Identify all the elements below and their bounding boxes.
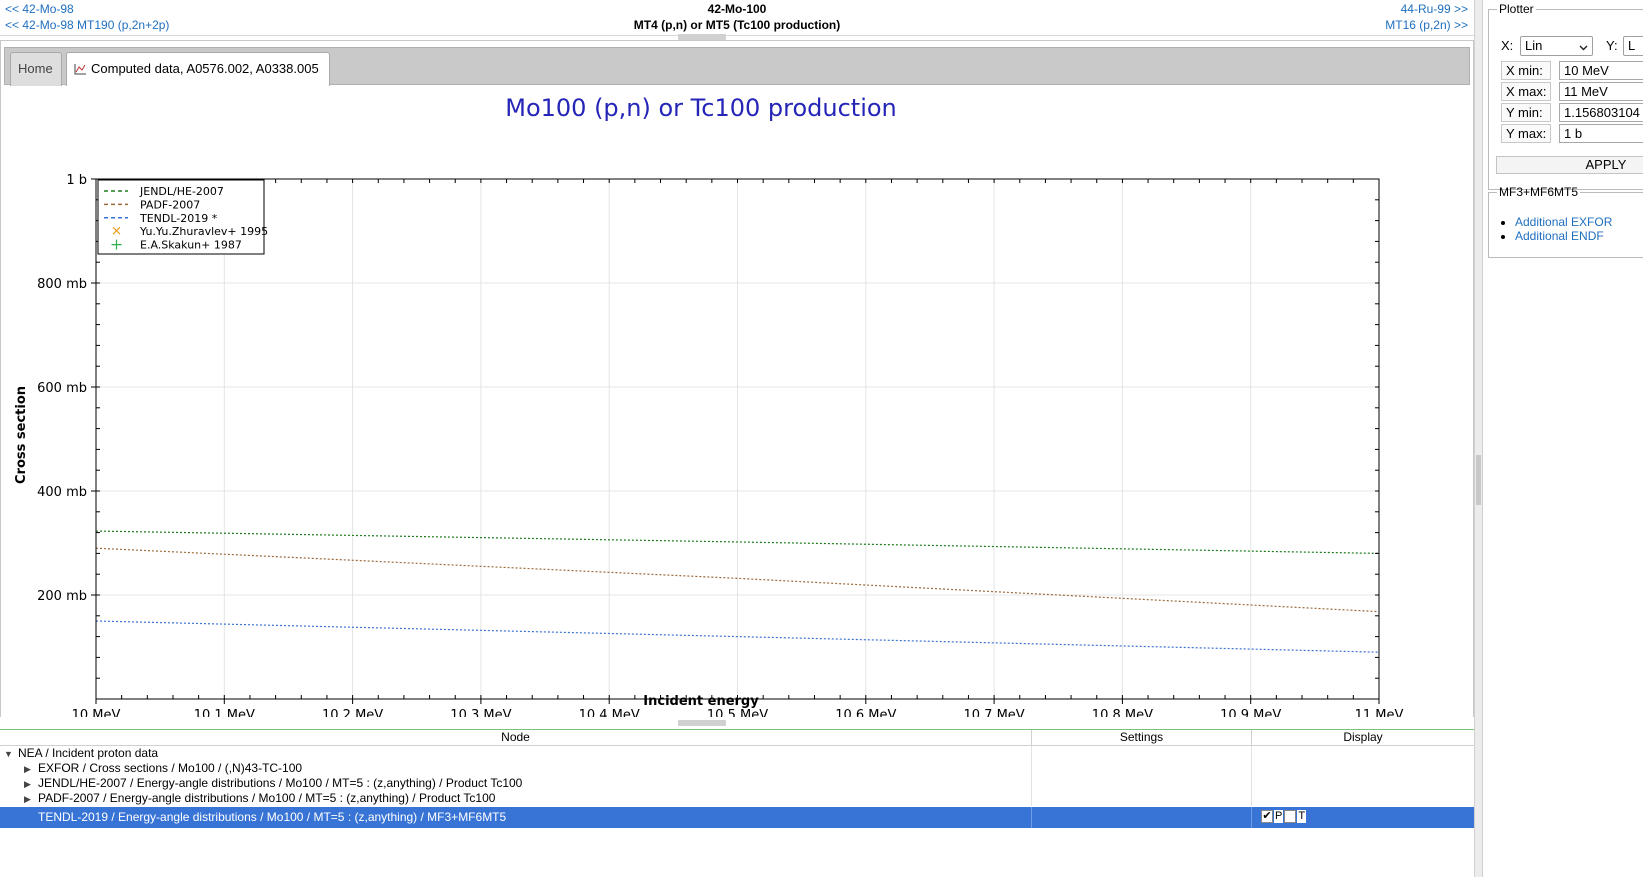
next-reaction-link[interactable]: MT16 (p,2n) >> [1385, 18, 1468, 33]
collapse-icon[interactable]: ▼ [4, 747, 14, 762]
tree-row-nea[interactable]: ▼ NEA / Incident proton data [0, 746, 1474, 761]
plotter-sidebar: Plotter X: Lin Y: L X min: 10 MeV X max:… [1483, 0, 1643, 877]
x-min-input[interactable]: 10 MeV [1559, 61, 1643, 80]
sidebar-divider[interactable] [1474, 0, 1483, 877]
expand-icon[interactable]: ▶ [24, 777, 34, 792]
next-element-link[interactable]: 44-Ru-99 >> [1401, 2, 1468, 17]
display-points-toggle[interactable]: P [1274, 810, 1284, 823]
plot-area: 10 MeV 10.1 MeV 10.2 MeV 10.3 MeV 10.4 MeV 10… [4, 87, 1470, 749]
y-tick-label: 200 mb [37, 589, 87, 604]
tab-home[interactable]: Home [10, 52, 62, 86]
x-scale-select[interactable]: Lin [1520, 36, 1593, 56]
tab-bar: Home Computed data, A0576.002, A0338.005 [4, 47, 1470, 86]
legend-entry-label: Yu.Yu.Zhuravlev+ 1995 [139, 225, 268, 238]
column-header-display[interactable]: Display [1252, 730, 1474, 746]
y-scale-select[interactable]: L [1623, 36, 1643, 56]
display-toggles: ✔ P T [1261, 810, 1307, 831]
x-scale-label: X: [1501, 38, 1514, 53]
tree-row-label: NEA / Incident proton data [18, 746, 159, 760]
y-max-label: Y max: [1501, 124, 1551, 143]
tab-computed-label: Computed data, A0576.002, A0338.005 [91, 61, 319, 76]
y-tick-label: 600 mb [37, 381, 87, 396]
column-header-settings[interactable]: Settings [1032, 730, 1252, 746]
y-tick-label: 800 mb [37, 277, 87, 292]
plotter-group: Plotter X: Lin Y: L X min: 10 MeV X max:… [1488, 2, 1643, 190]
tree-row-label: TENDL-2019 / Energy-angle distributions … [38, 810, 507, 824]
x-max-input[interactable]: 11 MeV [1559, 82, 1643, 101]
y-axis-label: Cross section [14, 386, 29, 484]
legend-entry-label: TENDL-2019 * [139, 212, 218, 225]
tab-panel: Home Computed data, A0576.002, A0338.005… [0, 40, 1474, 754]
divider-grip[interactable] [1476, 455, 1481, 505]
display-table-checkbox[interactable] [1284, 810, 1297, 823]
tree-row-exfor[interactable]: ▶ EXFOR / Cross sections / Mo100 / (,N)43… [0, 761, 1474, 776]
tree-row-jendl[interactable]: ▶ JENDL/HE-2007 / Energy-angle distributi… [0, 776, 1474, 791]
y-min-label: Y min: [1501, 103, 1551, 122]
legend-entry-label: E.A.Skakun+ 1987 [140, 239, 242, 252]
bottom-splitter [0, 717, 1474, 729]
y-tick-label: 400 mb [37, 485, 87, 500]
chevron-down-icon [1579, 40, 1588, 55]
chart-icon [74, 55, 86, 87]
x-max-label: X max: [1501, 82, 1551, 101]
tab-home-label: Home [18, 61, 53, 76]
tree-row-padf[interactable]: ▶ PADF-2007 / Energy-angle distributions … [0, 791, 1474, 806]
additional-endf-link[interactable]: Additional ENDF [1515, 229, 1604, 243]
y-tick-label: 1 b [66, 173, 87, 188]
cross-section-chart[interactable]: 10 MeV 10.1 MeV 10.2 MeV 10.3 MeV 10.4 MeV 10… [4, 87, 1470, 749]
data-tree-table: Node Settings Display ▼ NEA / Incident pr… [0, 729, 1474, 877]
additional-exfor-link[interactable]: Additional EXFOR [1515, 215, 1612, 229]
additional-endf-item: Additional ENDF [1515, 229, 1643, 243]
tree-row-label: EXFOR / Cross sections / Mo100 / (,N)43-… [38, 761, 303, 775]
x-min-label: X min: [1501, 61, 1551, 80]
reaction-nav-bar: << 42-Mo-98 << 42-Mo-98 MT190 (p,2n+2p) … [0, 0, 1474, 36]
tree-row-tendl-selected[interactable]: TENDL-2019 / Energy-angle distributions … [0, 807, 1474, 828]
apply-button[interactable]: APPLY [1496, 156, 1643, 174]
legend-entry-label: JENDL/HE-2007 [139, 185, 224, 198]
tab-computed-data[interactable]: Computed data, A0576.002, A0338.005 [66, 52, 330, 86]
expand-icon[interactable]: ▶ [24, 792, 34, 807]
mf-group-legend: MF3+MF6MT5 [1499, 185, 1579, 199]
y-min-input[interactable]: 1.156803104 [1559, 103, 1643, 122]
display-table-toggle[interactable]: T [1297, 810, 1307, 823]
plotter-legend: Plotter [1499, 2, 1534, 16]
mf-group: MF3+MF6MT5 Additional EXFOR Additional E… [1488, 185, 1643, 258]
additional-links-list: Additional EXFOR Additional ENDF [1489, 215, 1643, 243]
y-scale-value: L [1628, 38, 1636, 53]
bottom-splitter-handle[interactable] [678, 720, 726, 726]
legend-entry-label: PADF-2007 [140, 198, 200, 211]
x-scale-value: Lin [1525, 38, 1543, 53]
reaction-title: MT4 (p,n) or MT5 (Tc100 production) [633, 18, 841, 32]
nuclide-title: 42-Mo-100 [707, 2, 767, 16]
y-max-input[interactable]: 1 b [1559, 124, 1643, 143]
additional-exfor-item: Additional EXFOR [1515, 215, 1643, 229]
tree-row-label: JENDL/HE-2007 / Energy-angle distributio… [38, 776, 523, 790]
expand-icon[interactable]: ▶ [24, 762, 34, 777]
column-header-node[interactable]: Node [0, 730, 1032, 746]
tree-row-label: PADF-2007 / Energy-angle distributions /… [38, 791, 496, 805]
y-scale-label: Y: [1606, 38, 1618, 53]
display-checkbox[interactable]: ✔ [1261, 810, 1273, 823]
chart-title: Mo100 (p,n) or Tc100 production [505, 94, 897, 122]
x-axis-label: Incident energy [643, 694, 759, 709]
